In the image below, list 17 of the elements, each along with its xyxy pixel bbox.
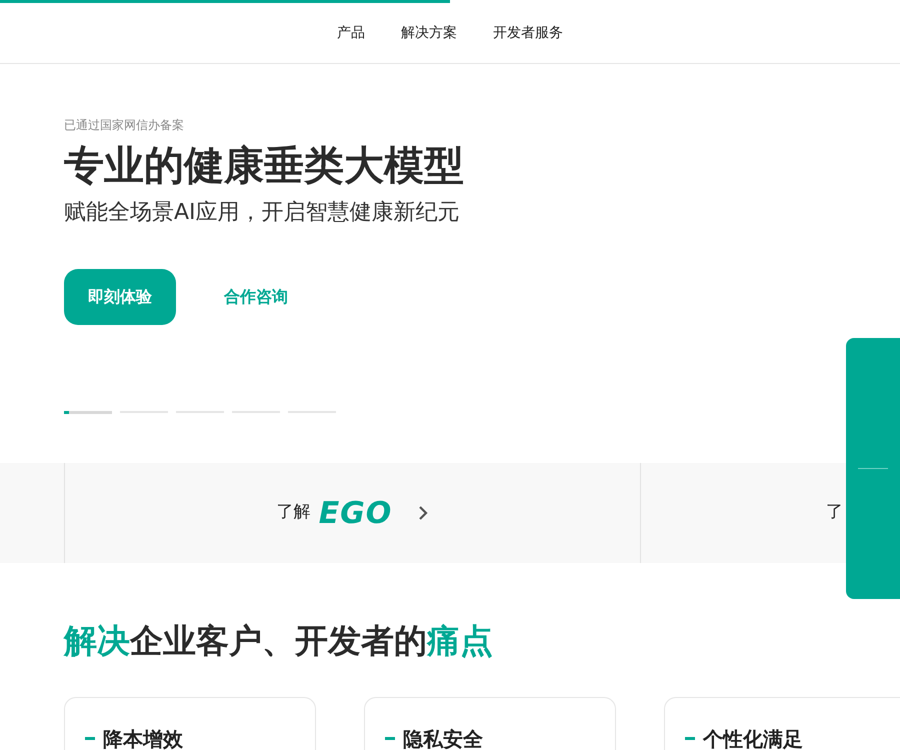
carousel-indicator[interactable] xyxy=(64,411,112,414)
card-title: 个性化满足 xyxy=(703,726,803,750)
dash-mark xyxy=(385,737,395,740)
side-panel[interactable] xyxy=(846,338,900,599)
hero-title: 专业的健康垂类大模型 xyxy=(64,142,465,190)
nav-link[interactable]: 解决方案 xyxy=(401,22,457,44)
chevron-right-icon xyxy=(418,505,428,521)
nav-link[interactable]: 开发者服务 xyxy=(493,22,563,44)
registration-note: 已通过国家网信办备案 xyxy=(64,117,185,134)
dash-mark xyxy=(685,737,695,740)
section-title: 解决企业客户、开发者的痛点 xyxy=(64,621,494,661)
banner-link[interactable]: 了解 EGO xyxy=(64,463,640,563)
card-title: 隐私安全 xyxy=(403,726,483,750)
nav-link[interactable]: 产品 xyxy=(337,22,365,44)
hero-subtitle: 赋能全场景AI应用，开启智慧健康新纪元 xyxy=(64,199,461,227)
card-title: 降本增效 xyxy=(103,726,183,750)
dash-mark xyxy=(85,737,95,740)
